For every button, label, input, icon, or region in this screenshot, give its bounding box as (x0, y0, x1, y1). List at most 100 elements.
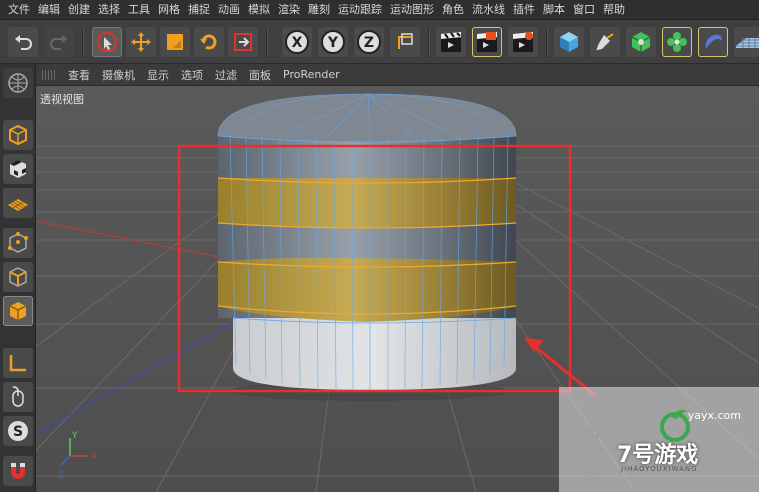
subdivision-surface-icon (631, 32, 651, 52)
texture-mode-button[interactable] (3, 154, 33, 184)
move-arrows-icon (131, 32, 151, 52)
points-mode-button[interactable] (3, 228, 33, 258)
menu-item[interactable]: 选择 (94, 0, 124, 20)
workplane-icon (8, 199, 28, 211)
points-mode-icon (8, 232, 28, 253)
edges-mode-button[interactable] (3, 262, 33, 292)
y-axis-lock-button[interactable]: Y (318, 27, 348, 57)
cloner-button[interactable] (662, 27, 692, 57)
undo-button[interactable] (8, 27, 38, 57)
polygons-mode-button[interactable] (3, 296, 33, 326)
axis-gizmo: Y X Z (58, 431, 97, 481)
menu-item[interactable]: 帮助 (599, 0, 629, 20)
workplane-mode-button[interactable] (3, 188, 33, 218)
coordinate-system-icon (398, 33, 413, 49)
magnet-button[interactable] (3, 456, 33, 486)
watermark-leaf-icon (660, 409, 690, 442)
mouse-icon (12, 386, 24, 407)
viewport-menu-item[interactable]: 面板 (243, 67, 277, 83)
left-tool-palette: S (0, 64, 36, 492)
svg-text:Z: Z (58, 471, 64, 481)
viewport-menu-item[interactable]: 摄像机 (96, 67, 141, 83)
menu-item[interactable]: 创建 (64, 0, 94, 20)
deformer-button[interactable] (698, 27, 728, 57)
viewport-menu-item[interactable]: ProRender (277, 68, 346, 81)
menu-bar: 文件 编辑 创建 选择 工具 网格 捕捉 动画 模拟 渲染 雕刻 运动跟踪 运动图形 角色 流水线 插件 脚本窗… (0, 0, 759, 20)
viewport-menu-item[interactable]: 显示 (141, 67, 175, 83)
toolbar-separator (428, 28, 430, 56)
z-axis-icon: Z (357, 30, 381, 54)
recent-tools-button[interactable] (228, 27, 258, 57)
cylinder-object[interactable] (217, 93, 517, 401)
texture-mode-icon (10, 160, 26, 178)
menu-item[interactable]: 角色 (438, 0, 468, 20)
menu-item[interactable]: 捕捉 (184, 0, 214, 20)
toolbar-separator (82, 28, 84, 56)
menu-item[interactable]: 脚本 (539, 0, 569, 20)
menu-item[interactable]: 工具 (124, 0, 154, 20)
model-mode-button[interactable] (3, 120, 33, 150)
svg-text:S: S (13, 424, 23, 440)
menu-item[interactable]: 运动跟踪 (334, 0, 386, 20)
scale-button[interactable] (160, 27, 190, 57)
viewport-name-label: 透视视图 (40, 93, 84, 106)
viewport-grip-handle[interactable] (42, 69, 56, 80)
viewport-menu-item[interactable]: 选项 (175, 67, 209, 83)
menu-item[interactable]: 编辑 (34, 0, 64, 20)
toolbar-separator (546, 28, 548, 56)
tweak-mode-button[interactable] (3, 382, 33, 412)
watermark-url: yayx.com (687, 409, 741, 422)
redo-icon (50, 35, 67, 50)
rotate-button[interactable] (194, 27, 224, 57)
menu-item[interactable]: 插件 (509, 0, 539, 20)
selected-polygons-band-2 (218, 258, 516, 322)
menu-item[interactable]: 渲染 (274, 0, 304, 20)
menu-item[interactable]: 动画 (214, 0, 244, 20)
recent-tools-icon (234, 33, 252, 51)
enable-axis-button[interactable] (3, 348, 33, 378)
move-button[interactable] (126, 27, 156, 57)
svg-text:Y: Y (327, 35, 339, 51)
menu-item[interactable]: 流水线 (468, 0, 509, 20)
render-view-button[interactable] (436, 27, 466, 57)
scale-icon (167, 34, 183, 50)
menu-item[interactable]: 文件 (4, 0, 34, 20)
watermark-jin: jin (583, 469, 599, 484)
x-axis-lock-button[interactable]: X (282, 27, 312, 57)
y-axis-icon: Y (321, 30, 345, 54)
edges-mode-icon (9, 267, 27, 287)
subdivision-surface-button[interactable] (626, 27, 656, 57)
menu-item[interactable]: 雕刻 (304, 0, 334, 20)
pen-spline-button[interactable] (590, 27, 620, 57)
z-axis-lock-button[interactable]: Z (354, 27, 384, 57)
redo-button[interactable] (44, 27, 74, 57)
snapping-button[interactable]: S (3, 416, 33, 446)
viewport-menu-item[interactable]: 查看 (62, 67, 96, 83)
menu-item[interactable]: 运动图形 (386, 0, 438, 20)
pen-icon (596, 33, 614, 51)
viewport-menu-item[interactable]: 过滤 (209, 67, 243, 83)
svg-text:X: X (91, 452, 97, 462)
x-axis-icon: X (285, 30, 309, 54)
cube-object-button[interactable] (554, 27, 584, 57)
perspective-viewport[interactable]: Y X Z 透视视图 yayx.com Bai 7号游戏 JIHAOYOUXIW… (36, 86, 759, 492)
viewport-header: 查看 摄像机 显示 选项 过滤 面板 ProRender (36, 64, 759, 86)
menu-item[interactable]: 窗口 (569, 0, 599, 20)
make-editable-icon (8, 73, 28, 93)
watermark-small: JIHAOYOUXIWANG (621, 465, 698, 473)
menu-item[interactable]: 模拟 (244, 0, 274, 20)
render-settings-button[interactable] (508, 27, 538, 57)
live-selection-button[interactable] (92, 27, 122, 57)
make-editable-button[interactable] (3, 68, 33, 98)
render-settings-icon (513, 32, 533, 52)
watermark-bai: Bai (583, 423, 612, 442)
coordinate-system-button[interactable] (390, 27, 420, 57)
cube-icon (560, 32, 578, 52)
floor-object-button[interactable] (734, 27, 759, 57)
render-region-button[interactable] (472, 27, 502, 57)
clapboard-icon (441, 32, 461, 52)
undo-icon (15, 35, 32, 50)
menu-item[interactable]: 网格 (154, 0, 184, 20)
live-selection-icon (97, 32, 117, 52)
snap-icon: S (8, 421, 28, 441)
